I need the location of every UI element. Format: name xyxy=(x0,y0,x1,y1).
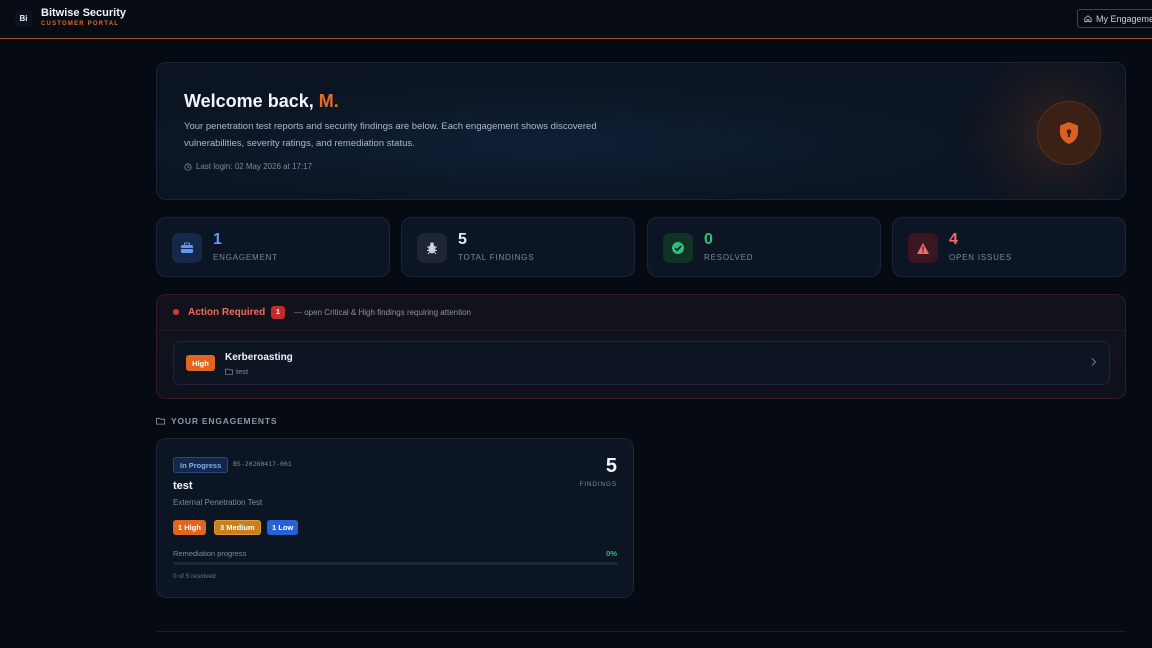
stat-label: RESOLVED xyxy=(704,253,754,262)
findings-count-label: FINDINGS xyxy=(579,481,617,488)
finding-engagement: test xyxy=(225,367,248,376)
stat-card-total-findings: 5 TOTAL FINDINGS xyxy=(401,217,635,277)
check-circle-icon xyxy=(663,233,693,263)
home-icon xyxy=(1084,15,1092,23)
action-required-header: Action Required 1 — open Critical & High… xyxy=(157,295,1125,331)
resolved-count: 0 of 5 resolved xyxy=(173,573,216,580)
my-engagements-button[interactable]: My Engagements xyxy=(1077,9,1152,28)
welcome-title: Welcome back, M. xyxy=(184,91,339,112)
divider xyxy=(156,631,1126,632)
action-required-title: Action Required xyxy=(188,307,266,318)
finding-title: Kerberoasting xyxy=(225,352,293,363)
action-count-badge: 1 xyxy=(271,306,285,319)
last-login: Last login: 02 May 2026 at 17:17 xyxy=(184,162,312,171)
progress-track xyxy=(173,562,618,565)
status-badge: In Progress xyxy=(173,457,229,473)
engagement-id: BS-20260417-001 xyxy=(233,460,292,468)
stat-value: 5 xyxy=(458,231,467,248)
stat-card-open-issues: 4 OPEN ISSUES xyxy=(892,217,1126,277)
folder-icon xyxy=(225,368,233,375)
clock-icon xyxy=(184,162,192,171)
finding-row-kerberoasting[interactable]: High Kerberoasting test xyxy=(173,341,1110,385)
stat-card-engagements: 1 ENGAGEMENT xyxy=(156,217,390,277)
stat-value: 0 xyxy=(704,231,713,248)
welcome-user-name: M. xyxy=(318,91,339,111)
welcome-banner: Welcome back, M. Your penetration test r… xyxy=(156,62,1126,200)
chevron-right-icon[interactable] xyxy=(1090,357,1097,367)
severity-pill-low: 1 Low xyxy=(267,520,299,535)
welcome-greeting: Welcome back, xyxy=(184,91,314,111)
brand-subtitle: CUSTOMER PORTAL xyxy=(41,21,120,27)
logo-icon[interactable]: Bi xyxy=(15,10,32,27)
folder-icon xyxy=(156,417,165,425)
action-required-panel: Action Required 1 — open Critical & High… xyxy=(156,294,1126,399)
brand-name: Bitwise Security xyxy=(41,7,126,19)
stat-label: OPEN ISSUES xyxy=(949,253,1013,262)
engagement-name: test xyxy=(173,480,193,492)
engagement-type: External Penetration Test xyxy=(173,498,263,507)
findings-count: 5 xyxy=(605,455,617,477)
progress-label: Remediation progress xyxy=(173,549,247,558)
severity-pill-high: 1 High xyxy=(173,520,206,535)
stat-value: 1 xyxy=(213,231,222,248)
top-bar: Bi Bitwise Security CUSTOMER PORTAL My E… xyxy=(0,0,1152,39)
briefcase-icon xyxy=(172,233,202,263)
engagement-card[interactable]: In Progress BS-20260417-001 test Externa… xyxy=(156,438,634,598)
progress-percent: 0% xyxy=(606,549,617,558)
stat-card-resolved: 0 RESOLVED xyxy=(647,217,881,277)
last-login-text: Last login: 02 May 2026 at 17:17 xyxy=(196,162,313,171)
welcome-description: Your penetration test reports and securi… xyxy=(184,121,597,149)
finding-engagement-name: test xyxy=(236,367,249,376)
engagements-section-label: YOUR ENGAGEMENTS xyxy=(156,416,277,426)
action-required-description: — open Critical & High findings requirin… xyxy=(294,308,471,317)
severity-pill-medium: 3 Medium xyxy=(214,520,261,535)
stat-value: 4 xyxy=(949,231,958,248)
severity-badge: High xyxy=(186,355,215,371)
stat-label: ENGAGEMENT xyxy=(213,253,278,262)
alert-dot-icon xyxy=(173,309,179,315)
shield-lock-icon xyxy=(1037,101,1101,165)
engagements-label-text: YOUR ENGAGEMENTS xyxy=(171,416,278,426)
stat-label: TOTAL FINDINGS xyxy=(458,253,535,262)
bug-icon xyxy=(417,233,447,263)
my-engagements-label: My Engagements xyxy=(1095,13,1152,24)
warning-icon xyxy=(908,233,938,263)
